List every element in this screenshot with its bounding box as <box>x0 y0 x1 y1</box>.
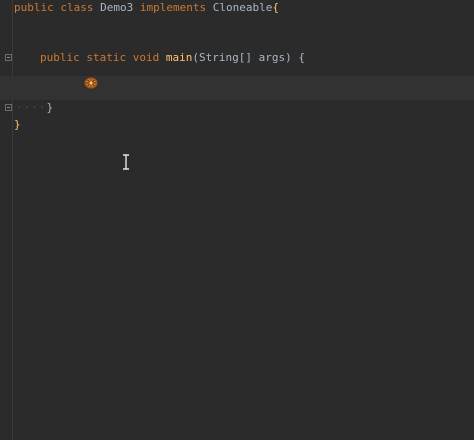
param-name: args <box>258 51 286 64</box>
interface-name: Cloneable <box>212 1 273 14</box>
class-close-brace: } <box>14 118 21 131</box>
indent-guide: ···· <box>16 101 47 114</box>
code-line-method-declaration[interactable]: public static void main(String[] args) { <box>40 50 305 66</box>
param-type: String[] <box>199 51 252 64</box>
method-name: main <box>165 51 193 64</box>
text-cursor-icon <box>123 154 129 170</box>
fold-method-icon[interactable] <box>5 54 12 61</box>
code-line-class-declaration[interactable]: public class Demo3 implements Cloneable{ <box>14 0 279 16</box>
gutter-divider <box>12 0 13 440</box>
paren-open: ( <box>192 51 199 64</box>
keyword-public: public <box>14 1 54 14</box>
paren-close: ) <box>285 51 292 64</box>
keyword-static: static <box>86 51 127 64</box>
code-line-method-close[interactable]: ····} <box>16 100 53 116</box>
fold-end-icon[interactable] <box>5 104 12 111</box>
code-editor[interactable]: public class Demo3 implements Cloneable{… <box>0 0 474 440</box>
method-open-brace: { <box>298 51 305 64</box>
keyword-public: public <box>40 51 80 64</box>
class-open-brace: { <box>272 1 279 14</box>
class-name: Demo3 <box>100 1 134 14</box>
method-close-brace: } <box>46 101 54 114</box>
keyword-void: void <box>132 51 160 64</box>
current-line-highlight <box>0 76 474 100</box>
keyword-class: class <box>60 1 94 14</box>
keyword-implements: implements <box>139 1 207 14</box>
code-line-class-close[interactable]: } <box>14 117 21 133</box>
bug-icon[interactable] <box>83 76 99 90</box>
